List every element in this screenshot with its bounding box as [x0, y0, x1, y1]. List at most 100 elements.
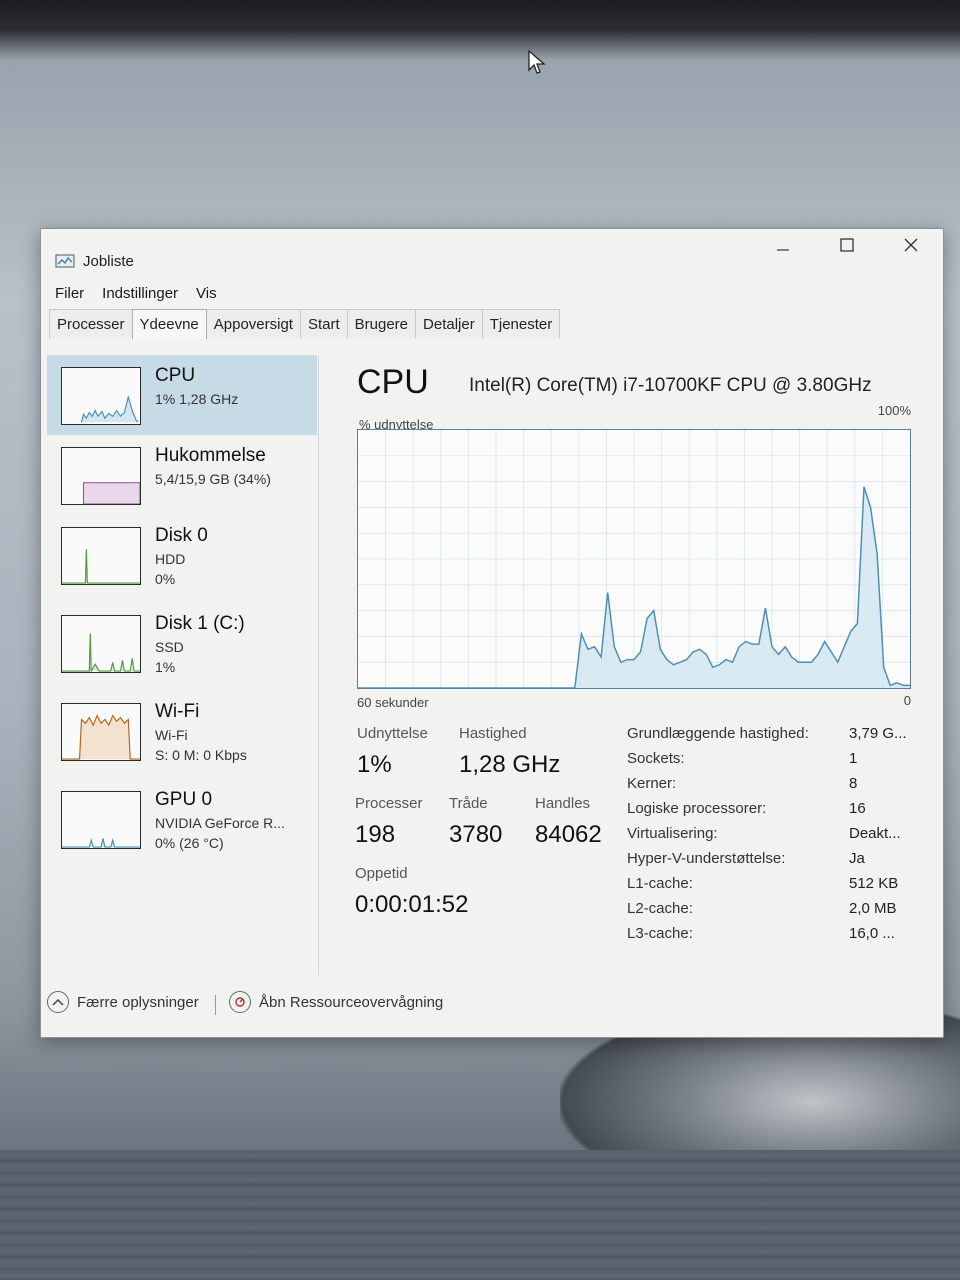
close-icon [904, 238, 918, 252]
title-bar[interactable]: Jobliste [41, 229, 943, 273]
cpu-model-name: Intel(R) Core(TM) i7-10700KF CPU @ 3.80G… [469, 375, 872, 396]
disk0-thumbnail [61, 527, 141, 585]
prop-row: L2-cache: 2,0 MB [627, 900, 917, 925]
prop-row: Logiske processorer: 16 [627, 800, 917, 825]
sidebar-sub-disk1-type: SSD [155, 639, 184, 655]
prop-key: Sockets: [627, 750, 685, 767]
sidebar-sub-memory: 5,4/15,9 GB (34%) [155, 471, 271, 487]
uptime-label: Oppetid [355, 865, 408, 882]
gpu-thumbnail [61, 791, 141, 849]
sidebar-label-memory: Hukommelse [155, 445, 266, 466]
page-title: CPU [357, 363, 429, 401]
minimize-button[interactable] [757, 231, 809, 259]
prop-row: L1-cache: 512 KB [627, 875, 917, 900]
resource-sidebar: CPU 1% 1,28 GHz Hukommelse 5,4/15,9 GB (… [47, 355, 319, 975]
disk1-thumbnail [61, 615, 141, 673]
graph-min-label: 0 [903, 693, 911, 708]
sidebar-sub-gpu-model: NVIDIA GeForce R... [155, 815, 285, 831]
prop-key: Hyper-V-understøttelse: [627, 850, 786, 867]
sidebar-label-disk0: Disk 0 [155, 525, 208, 546]
threads-label: Tråde [449, 795, 488, 812]
prop-key: Virtualisering: [627, 825, 718, 842]
maximize-icon [840, 238, 854, 252]
tab-strip: Processer Ydeevne Appoversigt Start Brug… [49, 309, 561, 339]
prop-key: Kerner: [627, 775, 677, 792]
prop-value: 512 KB [849, 875, 899, 892]
wifi-thumbnail [61, 703, 141, 761]
prop-value: 8 [849, 775, 858, 792]
graph-max-label: 100% [877, 403, 911, 418]
chevron-up-icon [47, 991, 69, 1013]
processes-label: Processer [355, 795, 423, 812]
prop-key: L3-cache: [627, 925, 693, 942]
tab-processes[interactable]: Processer [49, 309, 133, 339]
tab-services[interactable]: Tjenester [481, 309, 561, 339]
prop-row: Sockets: 1 [627, 750, 917, 775]
uptime-value: 0:00:01:52 [355, 891, 469, 918]
utilization-label: Udnyttelse [357, 725, 428, 742]
mouse-cursor-icon [528, 50, 546, 74]
tab-users[interactable]: Brugere [346, 309, 417, 339]
sidebar-sub-gpu-usage: 0% (26 °C) [155, 835, 224, 851]
tab-startup[interactable]: Start [299, 309, 348, 339]
fewer-details-button[interactable]: Færre oplysninger [47, 991, 199, 1013]
minimize-icon [777, 249, 789, 251]
processes-value: 198 [355, 821, 396, 848]
open-resource-monitor-label: Åbn Ressourceovervågning [259, 993, 444, 1011]
utilization-value: 1% [357, 751, 392, 778]
prop-row: L3-cache: 16,0 ... [627, 925, 917, 950]
sidebar-sub-disk0-type: HDD [155, 551, 186, 567]
menu-bar: Filer Indstillinger Vis [55, 285, 217, 302]
sidebar-item-gpu[interactable]: GPU 0 NVIDIA GeForce R... 0% (26 °C) [47, 779, 317, 859]
prop-value: Ja [849, 850, 865, 867]
sidebar-item-disk0[interactable]: Disk 0 HDD 0% [47, 515, 317, 595]
prop-value: 16,0 ... [849, 925, 895, 942]
cpu-detail-panel: CPU Intel(R) Core(TM) i7-10700KF CPU @ 3… [351, 359, 921, 999]
sidebar-sub-cpu: 1% 1,28 GHz [155, 391, 239, 407]
cpu-thumbnail [61, 367, 141, 425]
prop-value: Deakt... [849, 825, 901, 842]
menu-file[interactable]: Filer [55, 285, 84, 302]
prop-row: Kerner: 8 [627, 775, 917, 800]
sidebar-item-wifi[interactable]: Wi-Fi Wi-Fi S: 0 M: 0 Kbps [47, 691, 317, 771]
prop-value: 3,79 G... [849, 725, 907, 742]
prop-value: 1 [849, 750, 858, 767]
sidebar-item-disk1[interactable]: Disk 1 (C:) SSD 1% [47, 603, 317, 683]
speed-value: 1,28 GHz [459, 751, 561, 778]
sidebar-sub-disk1-usage: 1% [155, 659, 176, 675]
tab-details[interactable]: Detaljer [415, 309, 483, 339]
tab-app-history[interactable]: Appoversigt [205, 309, 301, 339]
footer-divider [215, 995, 216, 1015]
maximize-button[interactable] [821, 231, 873, 259]
task-manager-window: Jobliste Filer Indstillinger Vis Process… [40, 228, 944, 1038]
window-title: Jobliste [83, 253, 134, 270]
prop-value: 2,0 MB [849, 900, 897, 917]
sidebar-label-cpu: CPU [155, 365, 196, 386]
sidebar-item-cpu[interactable]: CPU 1% 1,28 GHz [47, 355, 317, 435]
sidebar-label-gpu: GPU 0 [155, 789, 213, 810]
sidebar-sub-wifi-name: Wi-Fi [155, 727, 188, 743]
resource-monitor-icon [229, 991, 251, 1013]
open-resource-monitor-link[interactable]: Åbn Ressourceovervågning [229, 991, 443, 1013]
prop-row: Virtualisering: Deakt... [627, 825, 917, 850]
menu-view[interactable]: Vis [196, 285, 217, 302]
prop-key: L1-cache: [627, 875, 693, 892]
fewer-details-label: Færre oplysninger [77, 993, 199, 1011]
prop-value: 16 [849, 800, 866, 817]
sidebar-label-disk1: Disk 1 (C:) [155, 613, 245, 634]
sidebar-sub-disk0-usage: 0% [155, 571, 176, 587]
cpu-usage-graph [357, 429, 911, 689]
handles-label: Handles [535, 795, 591, 812]
graph-time-label: 60 sekunder [357, 695, 429, 710]
sidebar-label-wifi: Wi-Fi [155, 701, 200, 722]
memory-thumbnail [61, 447, 141, 505]
tab-performance[interactable]: Ydeevne [131, 309, 207, 339]
sidebar-item-memory[interactable]: Hukommelse 5,4/15,9 GB (34%) [47, 435, 317, 515]
handles-value: 84062 [535, 821, 602, 848]
prop-row: Hyper-V-understøttelse: Ja [627, 850, 917, 875]
footer-bar: Færre oplysninger Åbn Ressourceovervågni… [41, 981, 943, 1031]
prop-key: Grundlæggende hastighed: [627, 725, 809, 742]
sidebar-sub-wifi-rate: S: 0 M: 0 Kbps [155, 747, 247, 763]
close-button[interactable] [885, 231, 937, 259]
menu-options[interactable]: Indstillinger [102, 285, 178, 302]
